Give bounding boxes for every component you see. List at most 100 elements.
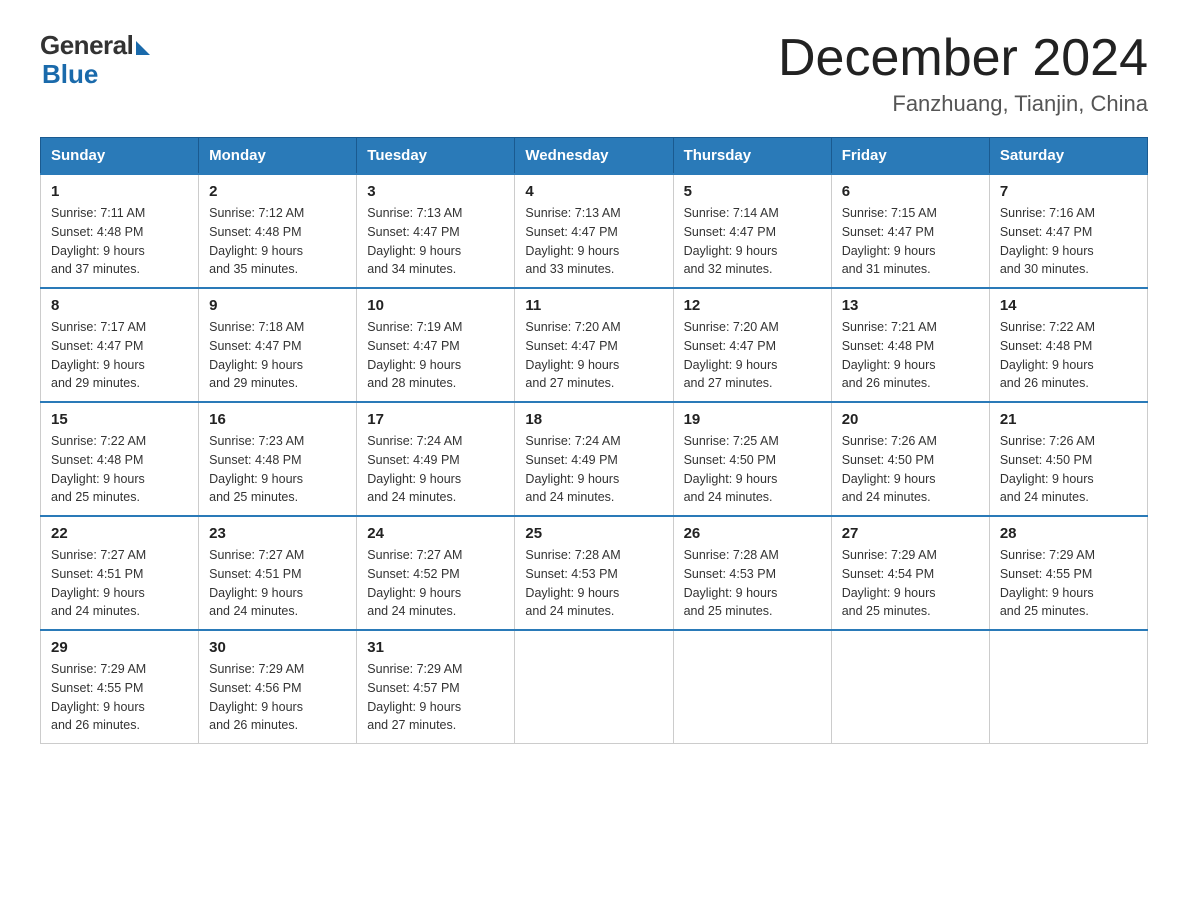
day-info: Sunrise: 7:27 AM Sunset: 4:52 PM Dayligh…: [367, 546, 504, 621]
calendar-cell: 10 Sunrise: 7:19 AM Sunset: 4:47 PM Dayl…: [357, 288, 515, 402]
day-number: 6: [842, 183, 979, 200]
day-number: 10: [367, 297, 504, 314]
day-info: Sunrise: 7:26 AM Sunset: 4:50 PM Dayligh…: [1000, 432, 1137, 507]
calendar-header-row: SundayMondayTuesdayWednesdayThursdayFrid…: [41, 138, 1148, 175]
logo: General Blue: [40, 30, 150, 90]
day-info: Sunrise: 7:27 AM Sunset: 4:51 PM Dayligh…: [51, 546, 188, 621]
calendar-cell: 11 Sunrise: 7:20 AM Sunset: 4:47 PM Dayl…: [515, 288, 673, 402]
day-info: Sunrise: 7:13 AM Sunset: 4:47 PM Dayligh…: [367, 204, 504, 279]
day-info: Sunrise: 7:13 AM Sunset: 4:47 PM Dayligh…: [525, 204, 662, 279]
calendar-week-row: 1 Sunrise: 7:11 AM Sunset: 4:48 PM Dayli…: [41, 174, 1148, 288]
day-number: 2: [209, 183, 346, 200]
day-info: Sunrise: 7:15 AM Sunset: 4:47 PM Dayligh…: [842, 204, 979, 279]
day-number: 22: [51, 525, 188, 542]
header-sunday: Sunday: [41, 138, 199, 175]
title-block: December 2024 Fanzhuang, Tianjin, China: [778, 30, 1148, 117]
calendar-cell: 18 Sunrise: 7:24 AM Sunset: 4:49 PM Dayl…: [515, 402, 673, 516]
day-info: Sunrise: 7:29 AM Sunset: 4:55 PM Dayligh…: [1000, 546, 1137, 621]
calendar-cell: 15 Sunrise: 7:22 AM Sunset: 4:48 PM Dayl…: [41, 402, 199, 516]
day-number: 23: [209, 525, 346, 542]
calendar-cell: 9 Sunrise: 7:18 AM Sunset: 4:47 PM Dayli…: [199, 288, 357, 402]
calendar-cell: 31 Sunrise: 7:29 AM Sunset: 4:57 PM Dayl…: [357, 630, 515, 744]
calendar-cell: 1 Sunrise: 7:11 AM Sunset: 4:48 PM Dayli…: [41, 174, 199, 288]
calendar-cell: 17 Sunrise: 7:24 AM Sunset: 4:49 PM Dayl…: [357, 402, 515, 516]
calendar-cell: 25 Sunrise: 7:28 AM Sunset: 4:53 PM Dayl…: [515, 516, 673, 630]
logo-top: General: [40, 30, 150, 61]
day-info: Sunrise: 7:12 AM Sunset: 4:48 PM Dayligh…: [209, 204, 346, 279]
day-info: Sunrise: 7:18 AM Sunset: 4:47 PM Dayligh…: [209, 318, 346, 393]
calendar-cell: [673, 630, 831, 744]
day-number: 19: [684, 411, 821, 428]
day-info: Sunrise: 7:29 AM Sunset: 4:54 PM Dayligh…: [842, 546, 979, 621]
calendar-cell: [831, 630, 989, 744]
calendar-cell: 16 Sunrise: 7:23 AM Sunset: 4:48 PM Dayl…: [199, 402, 357, 516]
day-number: 17: [367, 411, 504, 428]
calendar-cell: [989, 630, 1147, 744]
calendar-cell: 6 Sunrise: 7:15 AM Sunset: 4:47 PM Dayli…: [831, 174, 989, 288]
day-number: 18: [525, 411, 662, 428]
calendar-cell: 8 Sunrise: 7:17 AM Sunset: 4:47 PM Dayli…: [41, 288, 199, 402]
calendar-cell: 21 Sunrise: 7:26 AM Sunset: 4:50 PM Dayl…: [989, 402, 1147, 516]
calendar-cell: 5 Sunrise: 7:14 AM Sunset: 4:47 PM Dayli…: [673, 174, 831, 288]
day-number: 1: [51, 183, 188, 200]
day-info: Sunrise: 7:24 AM Sunset: 4:49 PM Dayligh…: [525, 432, 662, 507]
calendar-week-row: 29 Sunrise: 7:29 AM Sunset: 4:55 PM Dayl…: [41, 630, 1148, 744]
calendar-cell: 28 Sunrise: 7:29 AM Sunset: 4:55 PM Dayl…: [989, 516, 1147, 630]
calendar-table: SundayMondayTuesdayWednesdayThursdayFrid…: [40, 137, 1148, 744]
day-number: 7: [1000, 183, 1137, 200]
header-thursday: Thursday: [673, 138, 831, 175]
day-number: 15: [51, 411, 188, 428]
day-info: Sunrise: 7:25 AM Sunset: 4:50 PM Dayligh…: [684, 432, 821, 507]
day-number: 30: [209, 639, 346, 656]
calendar-cell: 29 Sunrise: 7:29 AM Sunset: 4:55 PM Dayl…: [41, 630, 199, 744]
day-info: Sunrise: 7:21 AM Sunset: 4:48 PM Dayligh…: [842, 318, 979, 393]
day-info: Sunrise: 7:14 AM Sunset: 4:47 PM Dayligh…: [684, 204, 821, 279]
day-info: Sunrise: 7:16 AM Sunset: 4:47 PM Dayligh…: [1000, 204, 1137, 279]
day-number: 20: [842, 411, 979, 428]
calendar-cell: 22 Sunrise: 7:27 AM Sunset: 4:51 PM Dayl…: [41, 516, 199, 630]
day-info: Sunrise: 7:22 AM Sunset: 4:48 PM Dayligh…: [1000, 318, 1137, 393]
calendar-cell: 26 Sunrise: 7:28 AM Sunset: 4:53 PM Dayl…: [673, 516, 831, 630]
day-number: 25: [525, 525, 662, 542]
day-number: 4: [525, 183, 662, 200]
calendar-location: Fanzhuang, Tianjin, China: [778, 91, 1148, 117]
day-number: 24: [367, 525, 504, 542]
day-number: 3: [367, 183, 504, 200]
day-number: 9: [209, 297, 346, 314]
day-info: Sunrise: 7:20 AM Sunset: 4:47 PM Dayligh…: [525, 318, 662, 393]
calendar-cell: 19 Sunrise: 7:25 AM Sunset: 4:50 PM Dayl…: [673, 402, 831, 516]
day-number: 29: [51, 639, 188, 656]
day-number: 13: [842, 297, 979, 314]
header-tuesday: Tuesday: [357, 138, 515, 175]
header-friday: Friday: [831, 138, 989, 175]
header-saturday: Saturday: [989, 138, 1147, 175]
day-number: 16: [209, 411, 346, 428]
calendar-cell: 30 Sunrise: 7:29 AM Sunset: 4:56 PM Dayl…: [199, 630, 357, 744]
calendar-cell: 27 Sunrise: 7:29 AM Sunset: 4:54 PM Dayl…: [831, 516, 989, 630]
day-number: 31: [367, 639, 504, 656]
calendar-title: December 2024: [778, 30, 1148, 87]
day-number: 21: [1000, 411, 1137, 428]
day-info: Sunrise: 7:20 AM Sunset: 4:47 PM Dayligh…: [684, 318, 821, 393]
day-info: Sunrise: 7:28 AM Sunset: 4:53 PM Dayligh…: [684, 546, 821, 621]
calendar-week-row: 22 Sunrise: 7:27 AM Sunset: 4:51 PM Dayl…: [41, 516, 1148, 630]
calendar-cell: 3 Sunrise: 7:13 AM Sunset: 4:47 PM Dayli…: [357, 174, 515, 288]
day-number: 28: [1000, 525, 1137, 542]
day-info: Sunrise: 7:23 AM Sunset: 4:48 PM Dayligh…: [209, 432, 346, 507]
header-monday: Monday: [199, 138, 357, 175]
day-number: 11: [525, 297, 662, 314]
day-info: Sunrise: 7:19 AM Sunset: 4:47 PM Dayligh…: [367, 318, 504, 393]
day-number: 26: [684, 525, 821, 542]
day-info: Sunrise: 7:29 AM Sunset: 4:56 PM Dayligh…: [209, 660, 346, 735]
day-number: 5: [684, 183, 821, 200]
calendar-cell: 4 Sunrise: 7:13 AM Sunset: 4:47 PM Dayli…: [515, 174, 673, 288]
calendar-week-row: 8 Sunrise: 7:17 AM Sunset: 4:47 PM Dayli…: [41, 288, 1148, 402]
calendar-cell: 14 Sunrise: 7:22 AM Sunset: 4:48 PM Dayl…: [989, 288, 1147, 402]
day-number: 8: [51, 297, 188, 314]
calendar-cell: 12 Sunrise: 7:20 AM Sunset: 4:47 PM Dayl…: [673, 288, 831, 402]
calendar-cell: 24 Sunrise: 7:27 AM Sunset: 4:52 PM Dayl…: [357, 516, 515, 630]
day-info: Sunrise: 7:29 AM Sunset: 4:57 PM Dayligh…: [367, 660, 504, 735]
day-number: 12: [684, 297, 821, 314]
calendar-cell: 2 Sunrise: 7:12 AM Sunset: 4:48 PM Dayli…: [199, 174, 357, 288]
day-info: Sunrise: 7:11 AM Sunset: 4:48 PM Dayligh…: [51, 204, 188, 279]
